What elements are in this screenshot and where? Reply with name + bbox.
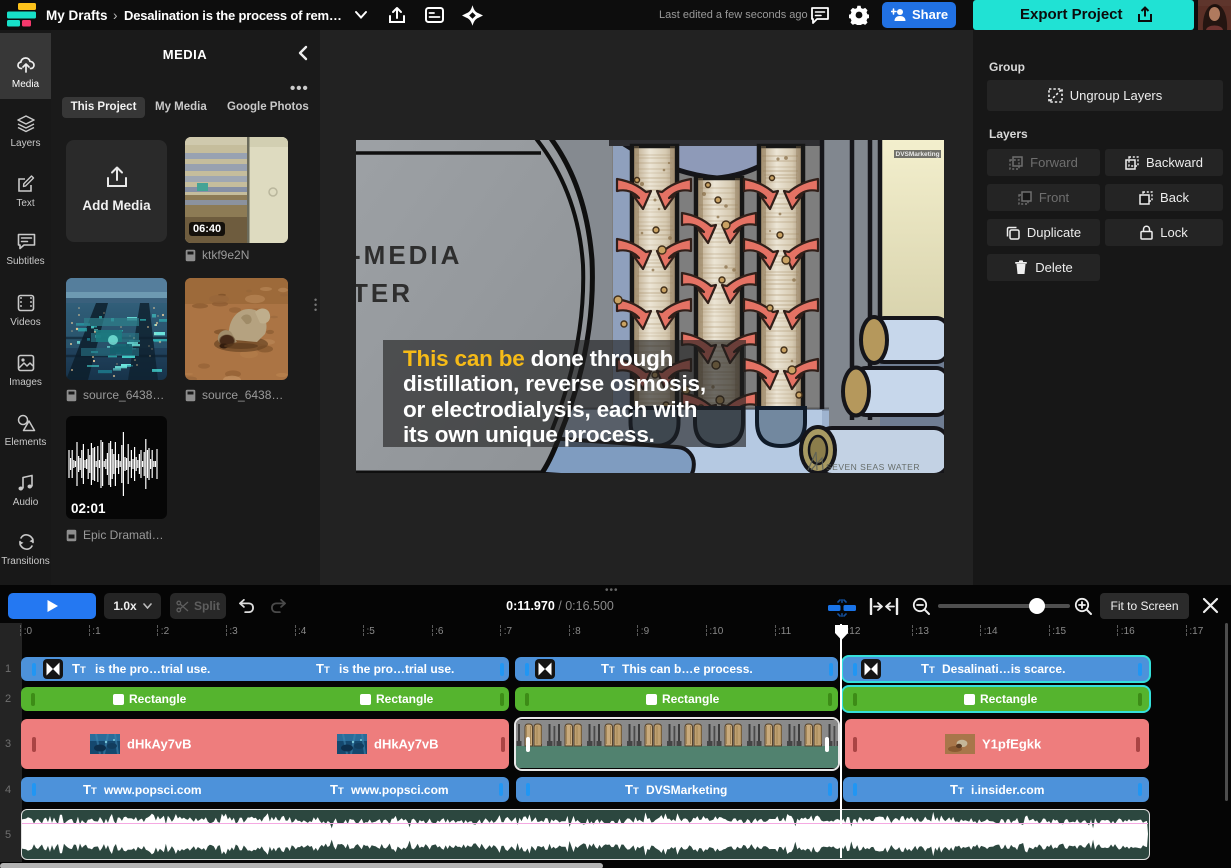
svg-text:SEVEN SEAS WATER: SEVEN SEAS WATER <box>826 462 920 472</box>
svg-text:TER: TER <box>356 278 413 308</box>
svg-text:-MEDIA: -MEDIA <box>356 240 462 270</box>
